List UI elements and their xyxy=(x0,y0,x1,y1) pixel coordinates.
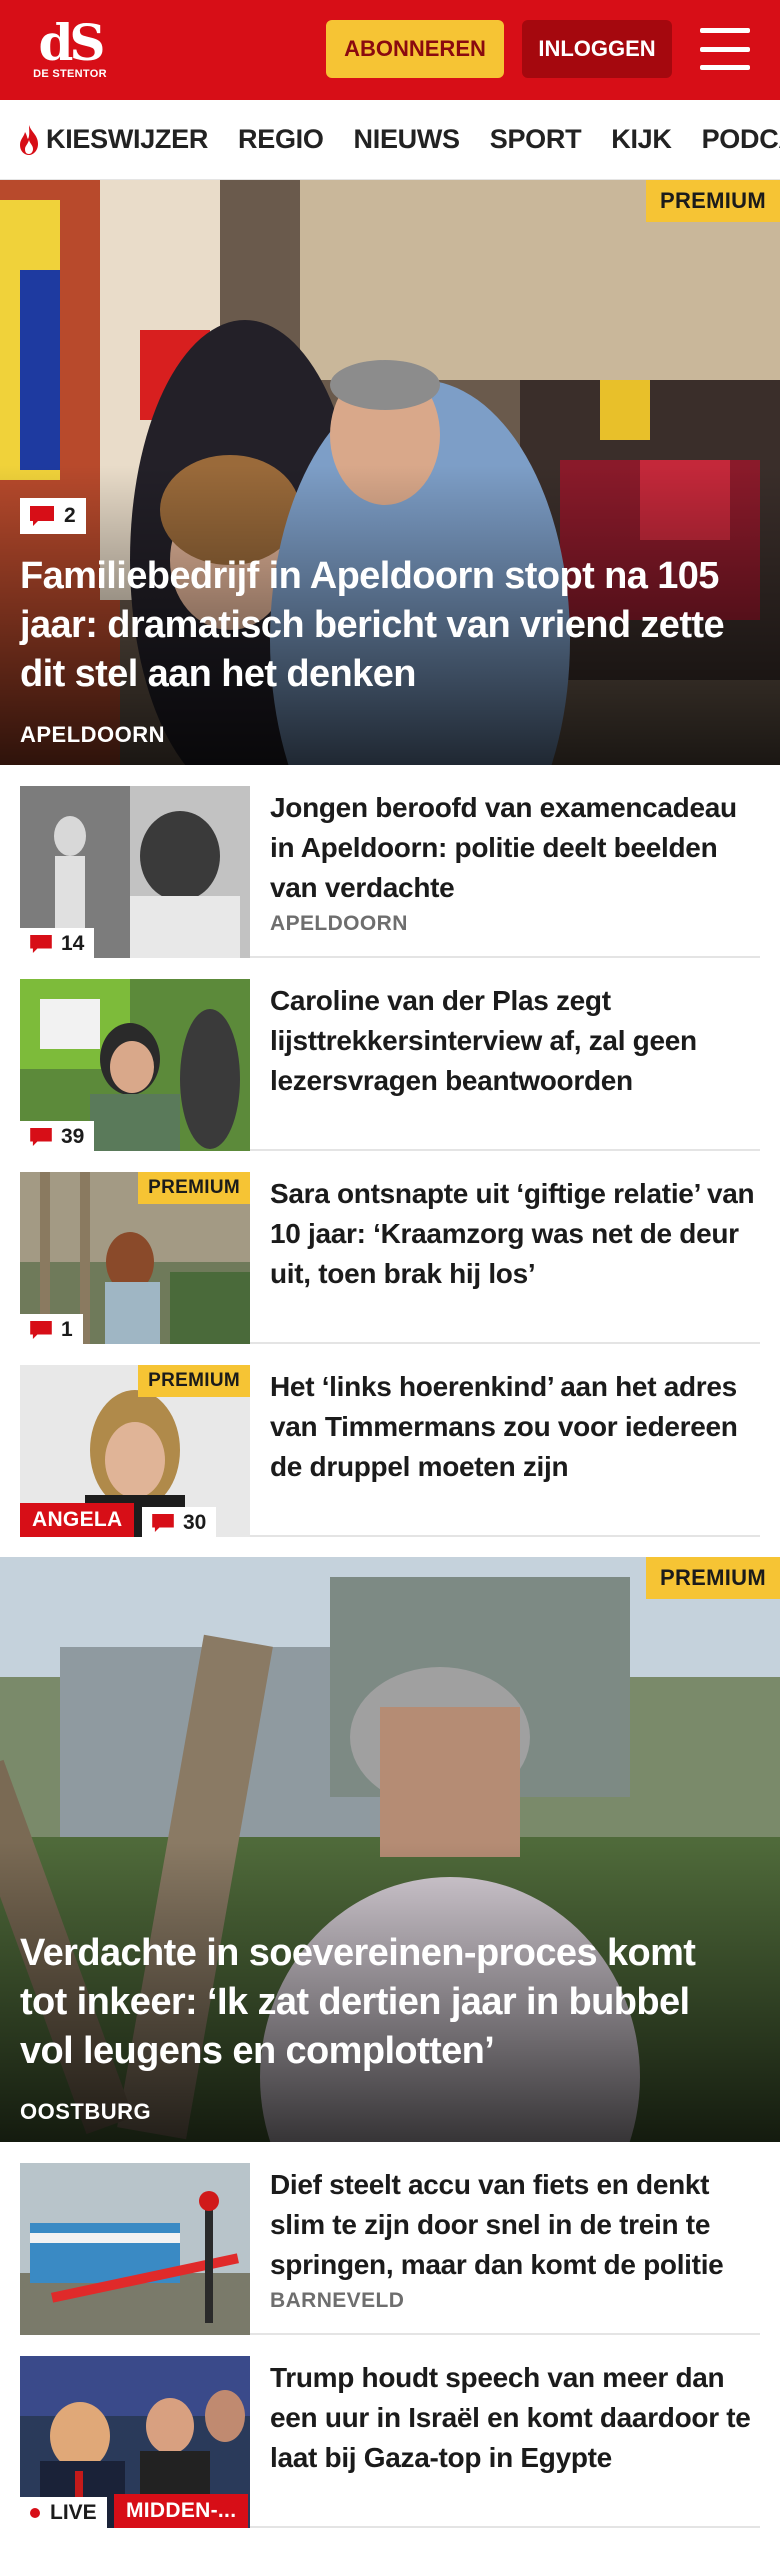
comment-count: 14 xyxy=(61,932,85,955)
comment-count-badge[interactable]: 14 xyxy=(20,928,95,958)
article-text: Jongen beroofd van examenca­deau in Apel… xyxy=(250,786,760,956)
comment-icon xyxy=(30,935,52,953)
live-dot-icon xyxy=(30,2508,40,2518)
flame-icon xyxy=(20,124,38,155)
nav-item-sport[interactable]: SPORT xyxy=(490,124,582,155)
hero-headline[interactable]: Verdachte in soevereinen-proces komt tot… xyxy=(20,1929,740,2076)
columnist-label: ANGELA xyxy=(20,1503,135,1537)
live-badge: LIVE xyxy=(20,2497,107,2528)
comment-count: 2 xyxy=(64,504,76,527)
article-headline[interactable]: Sara ontsnapte uit ‘giftige relatie’ van… xyxy=(270,1174,760,1294)
comment-count-badge[interactable]: 39 xyxy=(20,1121,95,1151)
comment-count-badge[interactable]: 1 xyxy=(20,1314,83,1344)
logo-mark: dS xyxy=(38,13,105,72)
hero-article[interactable]: PREMIUM 2 Familiebedrijf in Apeldoorn st… xyxy=(0,180,780,765)
premium-badge: PREMIUM xyxy=(138,1172,250,1204)
comment-count-badge[interactable]: 30 xyxy=(142,1507,217,1537)
article-list-2: Dief steelt accu van fiets en denkt slim… xyxy=(0,2142,780,2528)
hero-article-2[interactable]: PREMIUM Verdachte in soevereinen-proces … xyxy=(0,1557,780,2142)
article-headline[interactable]: Het ‘links hoerenkind’ aan het adres van… xyxy=(270,1367,760,1487)
comment-icon xyxy=(30,1321,52,1339)
list-item[interactable]: 39 Caroline van der Plas zegt lijsttrekk… xyxy=(20,958,760,1151)
logo[interactable]: dS DE STENTOR xyxy=(30,13,110,81)
topic-label: MIDDEN-... xyxy=(114,2494,249,2528)
menu-icon[interactable] xyxy=(700,28,750,70)
comment-icon xyxy=(30,1128,52,1146)
article-thumbnail: PREMIUM 1 xyxy=(20,1172,250,1344)
article-list: 14 Jongen beroofd van examenca­deau in A… xyxy=(0,765,780,1537)
comment-count: 30 xyxy=(183,1511,207,1534)
section-nav: KIESWIJZER REGIO NIEUWS SPORT KIJK PODCA… xyxy=(0,100,780,180)
nav-item-kijk[interactable]: KIJK xyxy=(611,124,672,155)
article-location: BARNEVELD xyxy=(270,2289,405,2312)
article-text: Sara ontsnapte uit ‘giftige relatie’ van… xyxy=(250,1172,760,1342)
nav-label: KIESWIJZER xyxy=(46,124,209,154)
list-item[interactable]: PREMIUM 1 Sara ontsnapte uit ‘giftige re… xyxy=(20,1151,760,1344)
comment-icon xyxy=(30,506,54,526)
live-label: LIVE xyxy=(50,2501,97,2524)
subscribe-button[interactable]: ABONNEREN xyxy=(326,20,504,78)
list-item[interactable]: 14 Jongen beroofd van examenca­deau in A… xyxy=(20,765,760,958)
nav-item-podcast[interactable]: PODCAST xyxy=(702,124,780,155)
thumbnail-image xyxy=(20,2163,250,2335)
nav-item-regio[interactable]: REGIO xyxy=(238,124,324,155)
article-text: Caroline van der Plas zegt lijsttrekkers… xyxy=(250,979,760,1149)
premium-badge: PREMIUM xyxy=(646,180,780,222)
article-text: Het ‘links hoerenkind’ aan het adres van… xyxy=(250,1365,760,1535)
list-item[interactable]: PREMIUM ANGELA 30 Het ‘links hoerenkind’… xyxy=(20,1344,760,1537)
article-headline[interactable]: Dief steelt accu van fiets en denkt slim… xyxy=(270,2165,760,2285)
article-thumbnail: 14 xyxy=(20,786,250,958)
comment-count-badge[interactable]: 2 xyxy=(20,498,86,534)
hero-location: OOSTBURG xyxy=(20,2099,152,2124)
article-headline[interactable]: Trump houdt speech van meer dan een uur … xyxy=(270,2358,760,2478)
nav-item-kieswijzer[interactable]: KIESWIJZER xyxy=(16,124,208,156)
nav-item-nieuws[interactable]: NIEUWS xyxy=(354,124,461,155)
article-thumbnail: 39 xyxy=(20,979,250,1151)
list-item[interactable]: LIVE MIDDEN-... Trump houdt speech van m… xyxy=(20,2335,760,2528)
hero-location: APELDOORN xyxy=(20,722,166,747)
article-thumbnail xyxy=(20,2163,250,2335)
article-location: APELDOORN xyxy=(270,912,408,935)
article-headline[interactable]: Caroline van der Plas zegt lijsttrekkers… xyxy=(270,981,760,1101)
article-thumbnail: PREMIUM ANGELA 30 xyxy=(20,1365,250,1537)
article-thumbnail: LIVE MIDDEN-... xyxy=(20,2356,250,2528)
article-text: Dief steelt accu van fiets en denkt slim… xyxy=(250,2163,760,2333)
comment-count: 1 xyxy=(61,1318,73,1341)
premium-badge: PREMIUM xyxy=(138,1365,250,1397)
premium-badge: PREMIUM xyxy=(646,1557,780,1599)
list-item[interactable]: Dief steelt accu van fiets en denkt slim… xyxy=(20,2142,760,2335)
article-headline[interactable]: Jongen beroofd van examenca­deau in Apel… xyxy=(270,788,760,908)
comment-count: 39 xyxy=(61,1125,85,1148)
hero-headline[interactable]: Familiebedrijf in Apeldoorn stopt na 105… xyxy=(20,552,740,699)
logo-subtitle: DE STENTOR xyxy=(33,68,107,80)
top-header: dS DE STENTOR ABONNEREN INLOGGEN xyxy=(0,0,780,100)
article-text: Trump houdt speech van meer dan een uur … xyxy=(250,2356,760,2526)
comment-icon xyxy=(152,1514,174,1532)
login-button[interactable]: INLOGGEN xyxy=(522,20,672,78)
